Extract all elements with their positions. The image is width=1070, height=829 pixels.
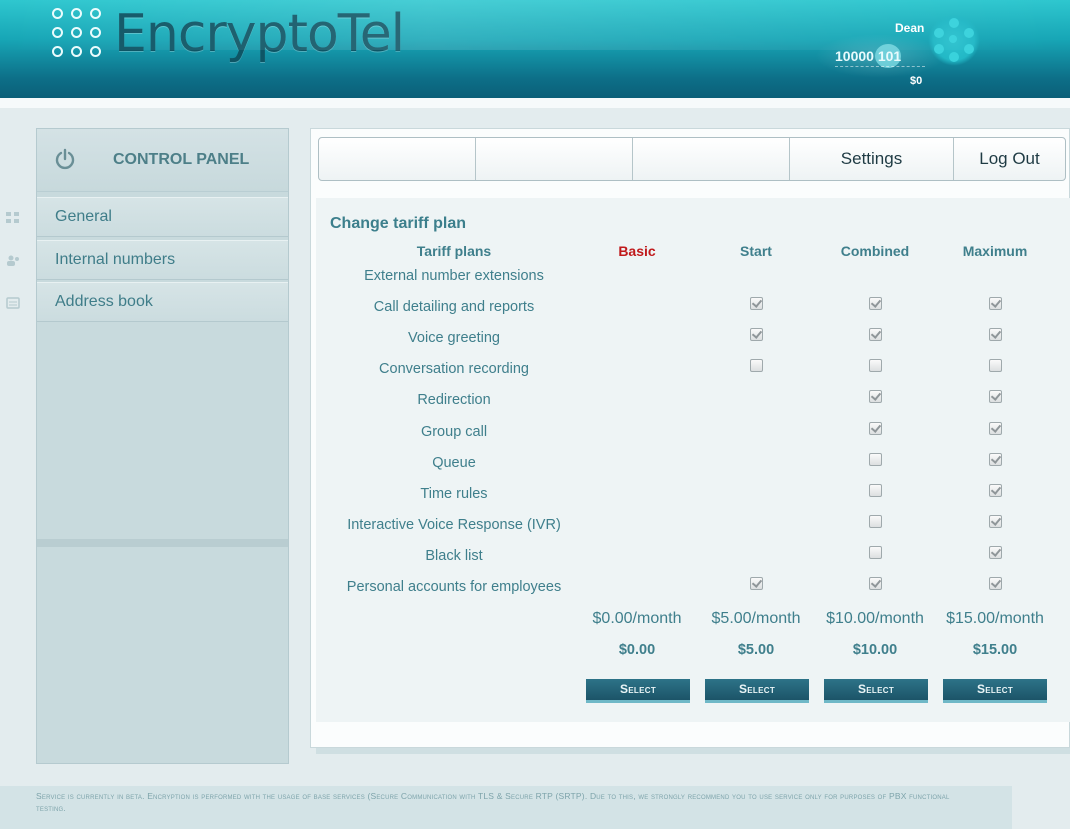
feature-checkbox-combined[interactable] <box>869 422 882 435</box>
user-block: Dean 10000 101 $0 <box>815 14 1060 94</box>
app-header: EncryptoTel Dean 10000 101 $0 <box>0 0 1070 98</box>
sidebar-divider <box>37 539 288 547</box>
user-number[interactable]: 10000 101 <box>815 34 945 78</box>
user-avatar-icon[interactable] <box>928 14 980 66</box>
feature-checkbox-combined[interactable] <box>869 359 882 372</box>
users-icon[interactable] <box>6 255 20 267</box>
feature-checkbox-maximum[interactable] <box>989 453 1002 466</box>
feature-checkbox-maximum[interactable] <box>989 577 1002 590</box>
feature-checkbox-maximum[interactable] <box>989 328 1002 341</box>
price-monthly-maximum: $15.00/month <box>946 610 1044 627</box>
select-button-combined[interactable]: Select <box>824 679 928 703</box>
beta-notice: Service is currently in beta. Encryption… <box>36 791 950 813</box>
tab-blank-1[interactable] <box>319 138 476 180</box>
select-button-maximum[interactable]: Select <box>943 679 1047 703</box>
select-button-start[interactable]: Select <box>705 679 809 703</box>
feature-checkbox-combined[interactable] <box>869 328 882 341</box>
tab-blank-3[interactable] <box>633 138 790 180</box>
logo-dots-icon <box>52 8 106 62</box>
sidebar-item-internal-numbers[interactable]: Internal numbers <box>37 240 288 280</box>
feature-checkbox-maximum[interactable] <box>989 484 1002 497</box>
feature-checkbox-maximum[interactable] <box>989 515 1002 528</box>
feature-label: Queue <box>432 455 476 471</box>
feature-checkbox-maximum[interactable] <box>989 359 1002 372</box>
sidebar-item-general[interactable]: General <box>37 197 288 237</box>
feature-checkbox-maximum[interactable] <box>989 297 1002 310</box>
top-navigation: Settings Log Out <box>318 137 1066 181</box>
feature-label: Conversation recording <box>379 361 529 377</box>
user-balance: $0 <box>910 75 923 87</box>
feature-label: Group call <box>420 424 488 440</box>
price-monthly-start: $5.00/month <box>711 610 801 627</box>
feature-checkbox-combined[interactable] <box>869 577 882 590</box>
feature-checkbox-combined[interactable] <box>869 484 882 497</box>
feature-checkbox-start[interactable] <box>750 359 763 372</box>
price-total-basic: $0.00 <box>618 642 656 658</box>
feature-checkbox-maximum[interactable] <box>989 390 1002 403</box>
feature-label: External number extensions <box>364 268 544 284</box>
plan-header-start: Start <box>740 243 772 259</box>
power-icon[interactable] <box>54 148 76 170</box>
feature-checkbox-maximum[interactable] <box>989 546 1002 559</box>
control-panel-title: CONTROL PANEL <box>113 151 250 168</box>
feature-checkbox-combined[interactable] <box>869 546 882 559</box>
tab-settings[interactable]: Settings <box>790 138 954 180</box>
header-strip <box>0 98 1070 108</box>
grid-icon[interactable] <box>6 212 20 224</box>
plan-header-combined: Combined <box>840 243 910 259</box>
price-total-combined: $10.00 <box>852 642 898 658</box>
sidebar: CONTROL PANEL General Internal numbers A… <box>36 128 289 764</box>
feature-checkbox-combined[interactable] <box>869 297 882 310</box>
feature-label: Black list <box>425 548 483 564</box>
feature-label: Call detailing and reports <box>373 299 535 315</box>
feature-checkbox-start[interactable] <box>750 328 763 341</box>
feature-label: Voice greeting <box>408 330 500 346</box>
user-name: Dean <box>895 21 925 35</box>
brand-logo[interactable]: EncryptoTel <box>114 4 405 64</box>
sidebar-item-address-book[interactable]: Address book <box>37 282 288 322</box>
select-button-basic[interactable]: Select <box>586 679 690 703</box>
address-book-icon[interactable] <box>6 297 20 309</box>
price-total-maximum: $15.00 <box>972 642 1018 658</box>
plan-header-maximum: Maximum <box>962 243 1028 259</box>
feature-checkbox-combined[interactable] <box>869 515 882 528</box>
feature-checkbox-combined[interactable] <box>869 390 882 403</box>
feature-checkbox-combined[interactable] <box>869 453 882 466</box>
feature-checkbox-maximum[interactable] <box>989 422 1002 435</box>
plan-header-basic: Basic <box>618 243 656 259</box>
section-title: Change tariff plan <box>330 215 467 232</box>
feature-checkbox-start[interactable] <box>750 297 763 310</box>
tab-blank-2[interactable] <box>476 138 633 180</box>
tab-log-out[interactable]: Log Out <box>954 138 1065 180</box>
price-total-start: $5.00 <box>737 642 775 658</box>
feature-label: Interactive Voice Response (IVR) <box>347 517 561 533</box>
price-monthly-combined: $10.00/month <box>826 610 924 627</box>
control-panel-header: CONTROL PANEL <box>37 129 288 192</box>
feature-label: Redirection <box>417 392 491 408</box>
tariff-plans-header: Tariff plans <box>416 243 492 259</box>
price-monthly-basic: $0.00/month <box>592 610 682 627</box>
feature-label: Time rules <box>420 486 488 502</box>
feature-label: Personal accounts for employees <box>346 579 562 595</box>
main-panel-shadow <box>316 748 1070 754</box>
feature-checkbox-start[interactable] <box>750 577 763 590</box>
